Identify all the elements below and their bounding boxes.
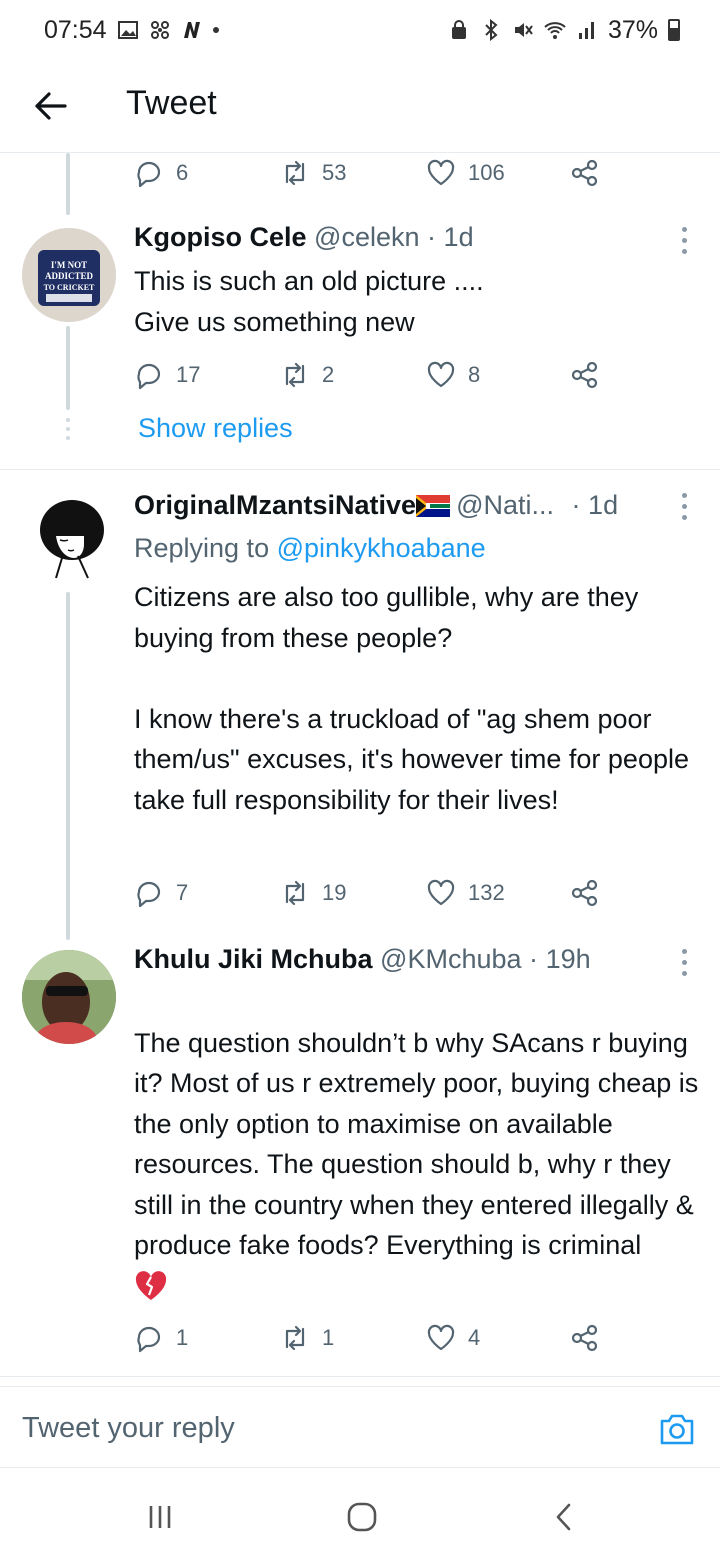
like-button[interactable]: 4 <box>426 1318 480 1358</box>
reply-button[interactable]: 1 <box>134 1318 188 1358</box>
retweet-count: 1 <box>322 1325 335 1350</box>
home-circle-icon <box>347 1502 377 1532</box>
tweet-text: The question shouldn’t b why SAcans r bu… <box>134 982 704 1306</box>
tweet-header: Khulu Jiki Mchuba @KMchuba · 19h <box>134 944 591 975</box>
share-button[interactable] <box>570 1318 600 1358</box>
more-options-button[interactable] <box>672 944 696 980</box>
recent-apps-icon <box>149 1506 171 1528</box>
share-icon <box>571 1324 598 1352</box>
tweet-card[interactable]: Khulu Jiki Mchuba @KMchuba · 19h The que… <box>0 0 720 1376</box>
heart-icon <box>427 1324 455 1351</box>
section-divider <box>0 1376 720 1377</box>
author-handle[interactable]: @KMchuba <box>380 944 521 974</box>
reply-icon <box>137 1326 161 1353</box>
reply-count: 1 <box>176 1325 189 1350</box>
avatar[interactable] <box>22 950 116 1044</box>
author-name[interactable]: Khulu Jiki Mchuba <box>134 944 373 974</box>
separator-dot: · <box>529 944 539 974</box>
tweet-actions: 1 1 4 <box>134 1318 614 1358</box>
system-back-button[interactable] <box>544 1500 584 1534</box>
tweet-time[interactable]: 19h <box>546 944 591 974</box>
profile-photo-image <box>22 950 116 1044</box>
like-count: 4 <box>468 1325 481 1350</box>
recent-apps-button[interactable] <box>140 1500 180 1534</box>
retweet-button[interactable]: 1 <box>280 1318 334 1358</box>
system-navigation-bar <box>0 1470 720 1560</box>
reply-input[interactable] <box>22 1405 622 1451</box>
home-button[interactable] <box>342 1500 382 1534</box>
retweet-icon <box>285 1325 305 1351</box>
broken-heart-icon <box>135 1270 167 1300</box>
tweet-text-body: The question shouldn’t b why SAcans r bu… <box>134 1027 699 1261</box>
camera-icon <box>660 1414 694 1445</box>
chevron-left-icon <box>556 1503 571 1531</box>
camera-button[interactable] <box>658 1411 696 1447</box>
reply-composer <box>0 1386 720 1468</box>
